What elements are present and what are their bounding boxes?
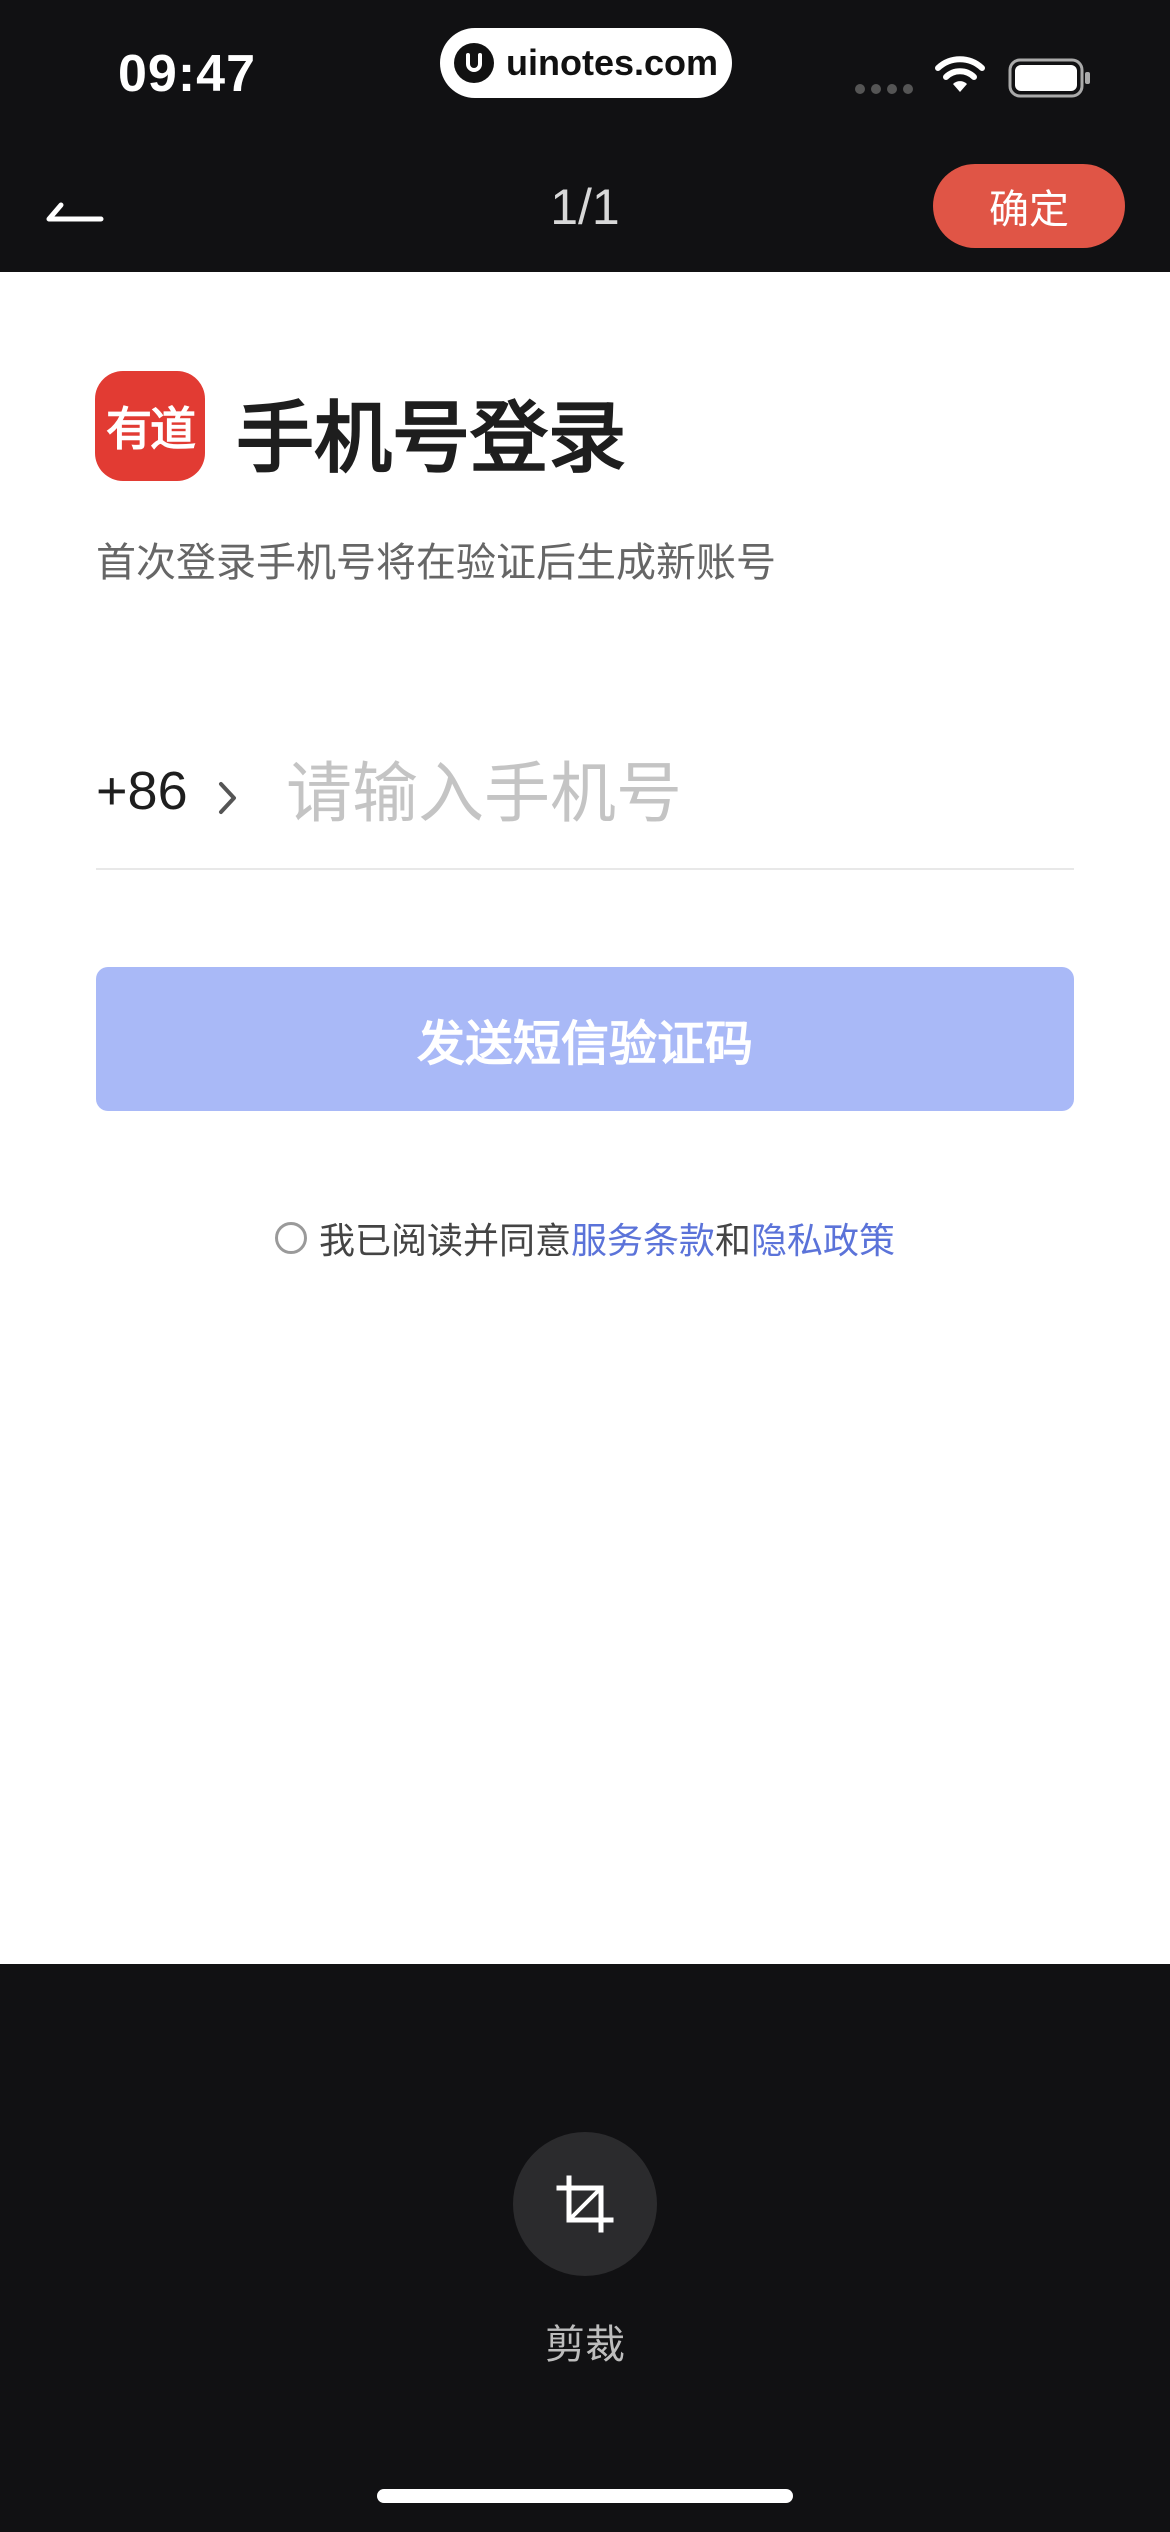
confirm-button[interactable]: 确定 <box>933 164 1125 248</box>
page-title: 手机号登录 <box>236 394 627 484</box>
site-name: uinotes.com <box>505 42 719 83</box>
send-code-button[interactable]: 发送短信验证码 <box>96 967 1074 1111</box>
signal-icon <box>855 84 913 94</box>
terms-link[interactable]: 服务条款 <box>571 1212 715 1264</box>
chevron-right-icon[interactable] <box>216 778 240 818</box>
crop-button[interactable] <box>513 2132 657 2276</box>
privacy-link[interactable]: 隐私政策 <box>751 1212 895 1264</box>
status-bar: 09:47 uinotes.com <box>0 0 1170 150</box>
site-logo-icon <box>453 43 494 83</box>
bottom-toolbar: 剪裁 <box>0 1964 1170 2532</box>
agreement-text: 我已阅读并同意 <box>318 1221 571 1262</box>
top-bar: 1/1 确定 <box>0 150 1170 272</box>
agreement-row: 我已阅读并同意 服务条款 和 隐私政策 <box>0 1212 1170 1264</box>
phone-input[interactable] <box>284 742 1068 844</box>
agree-checkbox[interactable] <box>274 1222 307 1254</box>
country-code-selector[interactable]: +86 <box>96 760 188 822</box>
input-divider <box>96 868 1074 870</box>
site-badge: uinotes.com <box>440 28 732 98</box>
crop-label: 剪裁 <box>545 2322 625 2368</box>
home-indicator <box>377 2489 793 2503</box>
battery-icon <box>1008 58 1090 98</box>
status-time: 09:47 <box>118 45 256 103</box>
page-subtitle: 首次登录手机号将在验证后生成新账号 <box>96 540 776 586</box>
agreement-and-text: 和 <box>715 1221 752 1262</box>
wifi-icon <box>935 56 985 92</box>
screenshot-preview: 有道 手机号登录 首次登录手机号将在验证后生成新账号 +86 发送短信验证码 我… <box>0 272 1170 1964</box>
crop-icon <box>556 2175 614 2233</box>
app-logo: 有道 <box>95 371 205 481</box>
